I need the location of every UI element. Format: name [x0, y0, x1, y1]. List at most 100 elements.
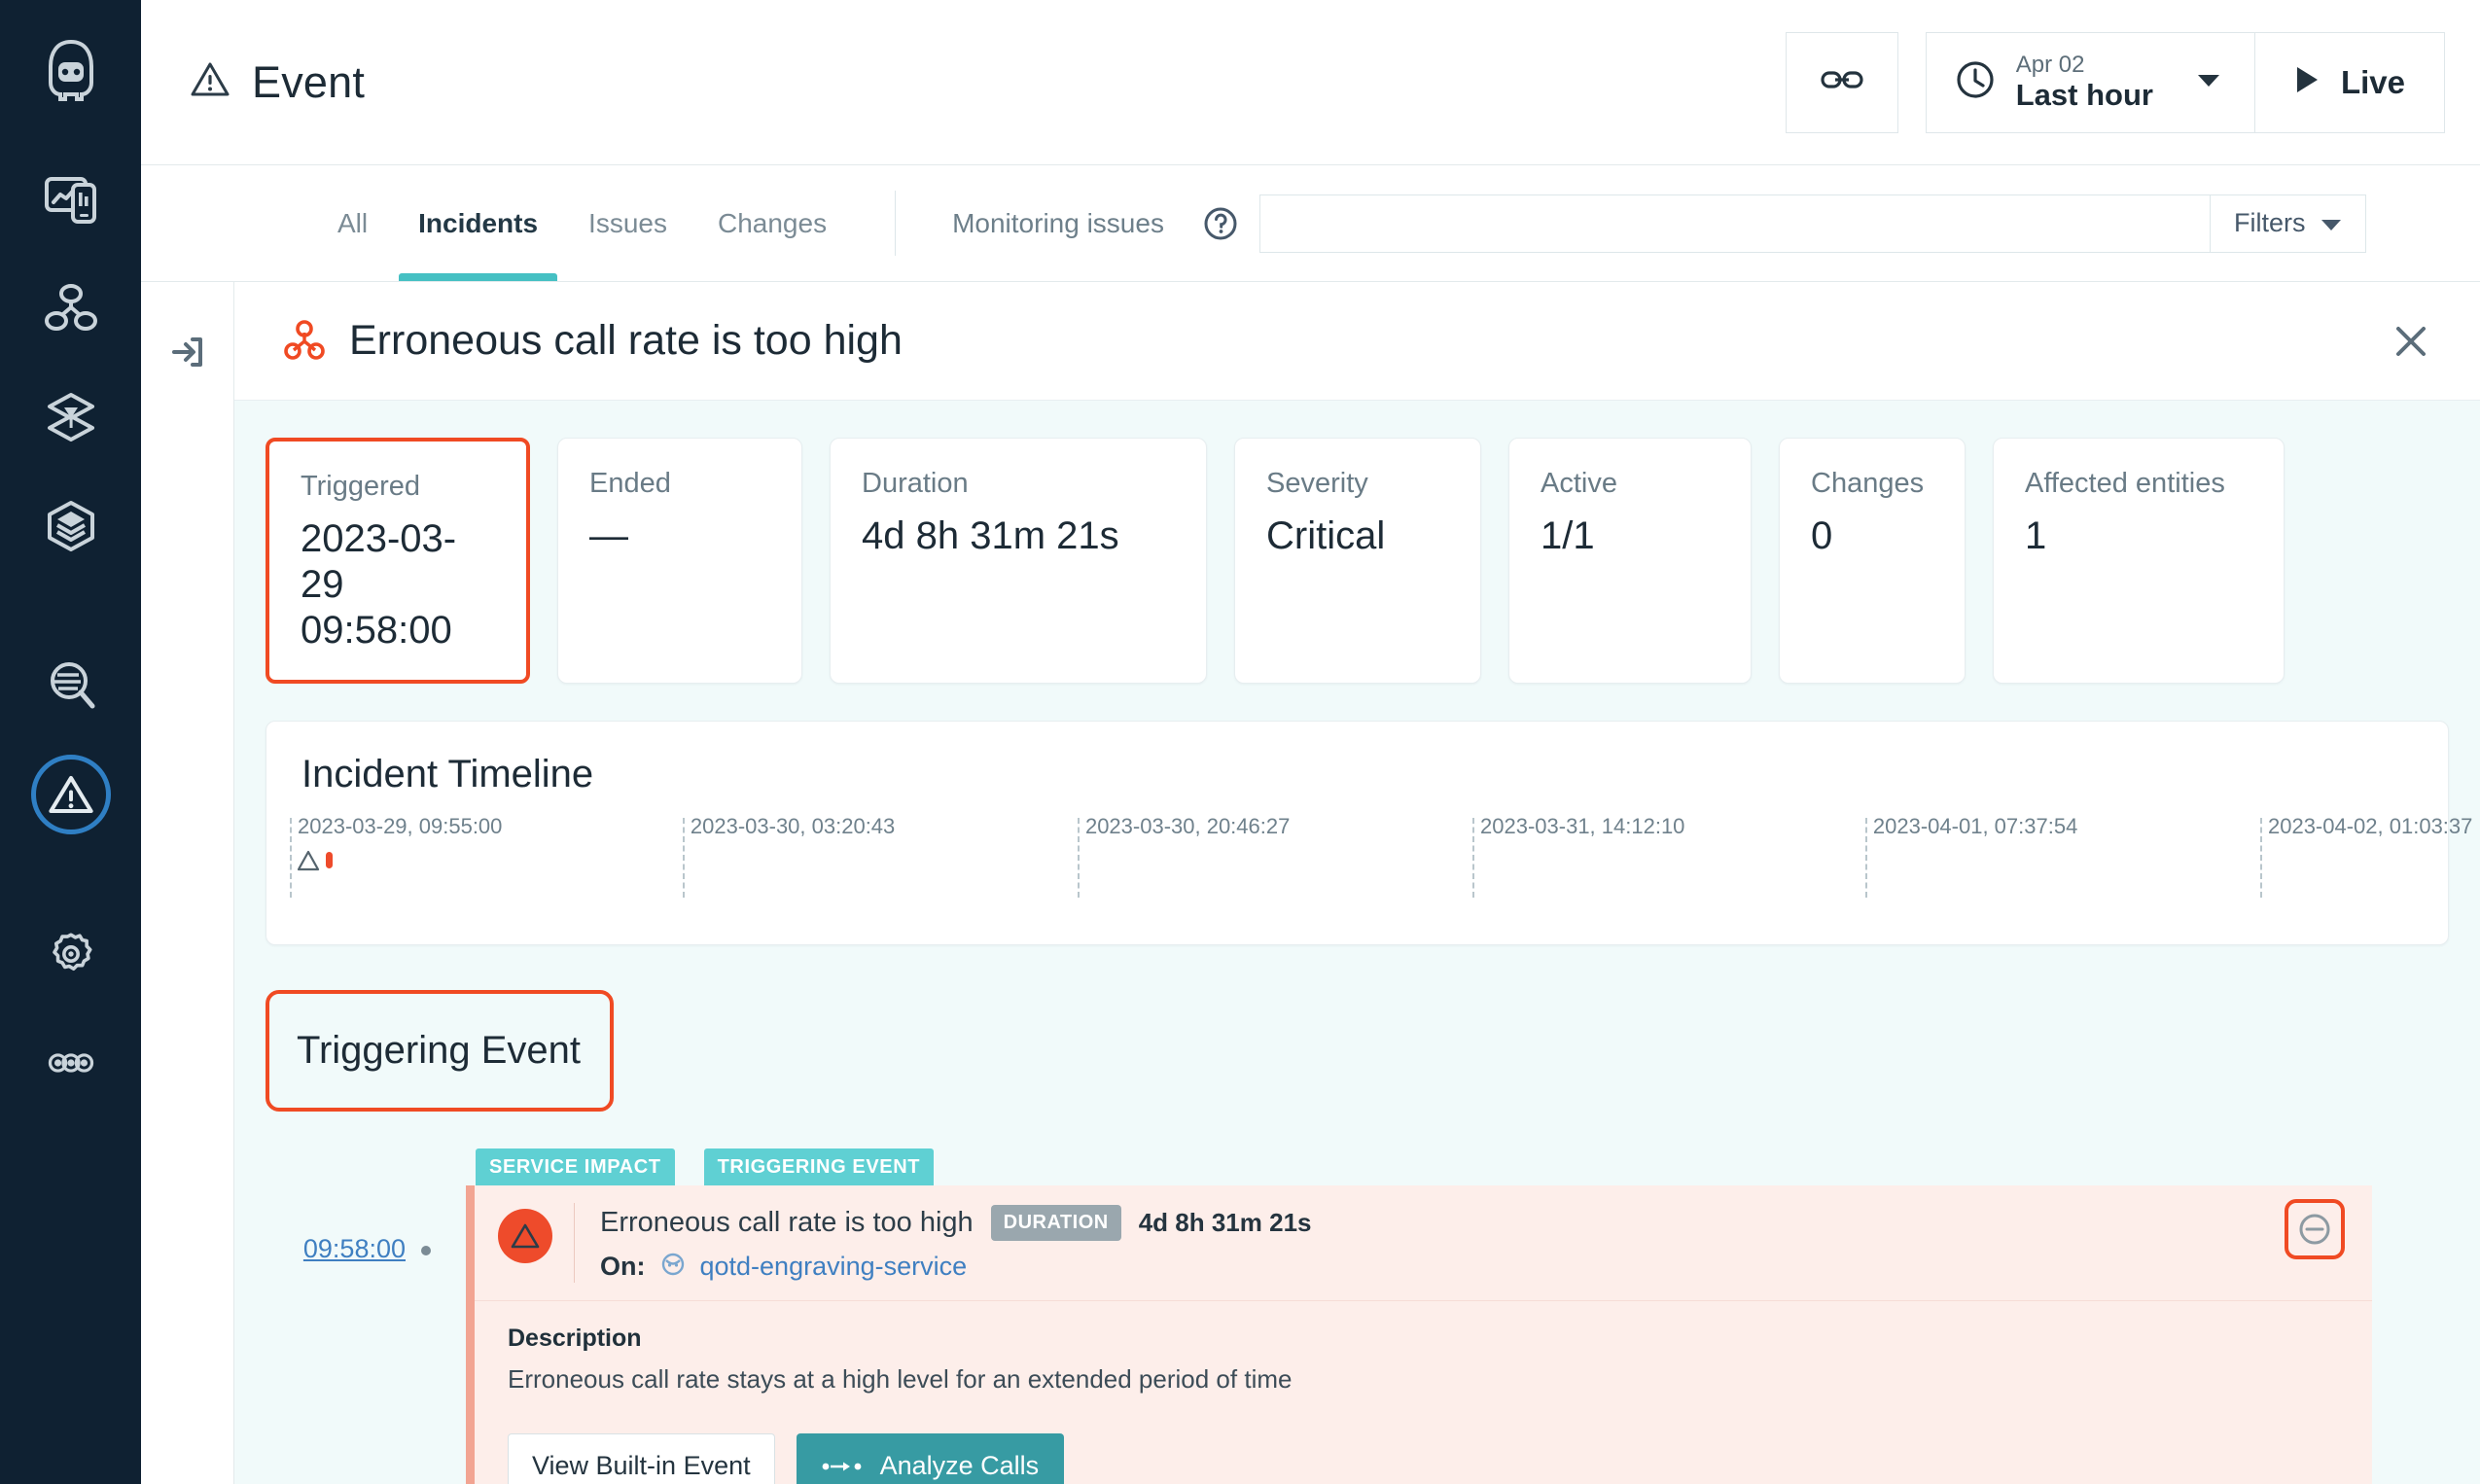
robot-logo[interactable]: [40, 39, 102, 101]
close-icon[interactable]: [2373, 311, 2449, 371]
event-divider: [574, 1202, 575, 1283]
tab-issues-label: Issues: [588, 207, 667, 238]
gear-icon: [52, 933, 92, 972]
stat-label: Ended: [589, 468, 671, 499]
stat-label: Duration: [862, 468, 969, 499]
sidebar-item-events[interactable]: [30, 755, 111, 834]
filters-button[interactable]: Filters: [2210, 194, 2367, 253]
time-range-picker[interactable]: Apr 02 Last hour: [1925, 31, 2255, 133]
triggering-event-row: 09:58:00 SERVICE IMPACT TRIGGERING EVENT: [266, 1148, 2449, 1484]
description-heading: Description: [508, 1324, 642, 1352]
app-root: Event Apr 02 Last hour Live All Incident…: [0, 0, 2480, 1484]
stat-card-row: Triggered 2023-03-29 09:58:00 Ended — Du…: [266, 438, 2449, 684]
sidebar-item-traces[interactable]: [31, 377, 111, 457]
incident-detail-panel: Erroneous call rate is too high Triggere…: [234, 282, 2480, 1484]
sidebar-item-dashboards[interactable]: [31, 159, 111, 239]
stat-value: 1: [2025, 514, 2047, 557]
stat-value: —: [589, 514, 628, 557]
tab-all-label: All: [337, 207, 369, 238]
triggering-event-heading: Triggering Event: [266, 989, 614, 1112]
sidebar-item-services[interactable]: [31, 268, 111, 348]
left-nav-rail: [0, 0, 141, 1484]
event-title-line: Erroneous call rate is too high DURATION…: [600, 1204, 1312, 1241]
clock-icon: [1954, 58, 1997, 106]
monitoring-issues-label: Monitoring issues: [952, 207, 1164, 238]
event-card-wrap: SERVICE IMPACT TRIGGERING EVENT Erroneou…: [466, 1148, 2449, 1484]
search-and-filters: Filters: [1258, 165, 2367, 281]
stat-card-ended: Ended —: [557, 438, 802, 684]
timeline-tick-label: 2023-04-02, 01:03:37: [2267, 813, 2473, 838]
alerts-warning-icon: [48, 775, 93, 814]
stat-value: Critical: [1266, 514, 1386, 557]
stat-label: Affected entities: [2025, 468, 2225, 499]
analyze-calls-button[interactable]: Analyze Calls: [796, 1432, 1065, 1484]
sidebar-item-settings[interactable]: [31, 914, 111, 994]
tab-incidents[interactable]: Incidents: [393, 165, 563, 281]
list-collapse-column: [141, 282, 234, 1484]
timeline-gridline: [1077, 817, 1080, 898]
service-entity-icon: [659, 1251, 687, 1283]
event-entity-line: On: qotd-engraving-service: [600, 1251, 1312, 1283]
timeline-gridline: [1864, 817, 1867, 898]
timeline-tick-label: 2023-03-30, 03:20:43: [690, 813, 896, 838]
timeline-dot: [421, 1245, 431, 1255]
body-split: Erroneous call rate is too high Triggere…: [141, 282, 2480, 1484]
stat-card-affected-entities: Affected entities 1: [1993, 438, 2285, 684]
timeline-tick-label: 2023-03-29, 09:55:00: [298, 813, 503, 838]
incident-timeline-title: Incident Timeline: [301, 752, 594, 795]
tab-issues[interactable]: Issues: [563, 165, 692, 281]
stat-label: Severity: [1266, 468, 1368, 499]
timeline-gridline: [682, 817, 685, 898]
service-cluster-icon: [281, 318, 328, 365]
more-dots-icon: [48, 1053, 93, 1073]
page-title: Event: [190, 57, 365, 108]
collapse-panel-icon[interactable]: [160, 325, 215, 379]
help-circle-icon[interactable]: [1201, 165, 1240, 281]
minus-circle-icon[interactable]: [2285, 1198, 2345, 1259]
entity-link[interactable]: qotd-engraving-service: [700, 1252, 968, 1282]
warning-triangle-icon: [190, 59, 230, 105]
event-card: Erroneous call rate is too high DURATION…: [466, 1184, 2372, 1484]
page-title-text: Event: [252, 56, 366, 107]
sidebar-item-logs[interactable]: [31, 646, 111, 725]
tab-changes[interactable]: Changes: [692, 165, 852, 281]
tab-changes-label: Changes: [717, 207, 828, 238]
services-icon: [44, 284, 97, 331]
stat-value: 1/1: [1541, 514, 1595, 557]
view-builtin-event-button[interactable]: View Built-in Event: [508, 1432, 775, 1484]
tab-all[interactable]: All: [312, 165, 393, 281]
warning-triangle-icon: [298, 850, 320, 870]
sidebar-item-more[interactable]: [31, 1023, 111, 1103]
top-bar: Event Apr 02 Last hour Live: [141, 0, 2480, 165]
incident-header: Erroneous call rate is too high: [234, 282, 2480, 401]
main-region: Event Apr 02 Last hour Live All Incident…: [141, 0, 2480, 1484]
stat-label: Changes: [1811, 468, 1925, 499]
event-badges: SERVICE IMPACT TRIGGERING EVENT: [476, 1148, 2449, 1185]
timeline-gridline: [2259, 817, 2262, 898]
triggered-date: 2023-03-29: [301, 517, 457, 607]
chevron-down-icon: [2196, 71, 2221, 93]
incident-timeline-card: Incident Timeline 2023-03-29, 09:55:00 20…: [266, 720, 2472, 945]
sidebar-item-stack[interactable]: [31, 486, 111, 566]
timeline-tick-label: 2023-04-01, 07:37:54: [1872, 813, 2078, 838]
badge-service-impact: SERVICE IMPACT: [476, 1148, 675, 1185]
monitoring-issues-link[interactable]: Monitoring issues: [939, 165, 1178, 281]
incident-timeline-axis[interactable]: 2023-03-29, 09:55:00 2023-03-30, 03:20:43…: [290, 813, 2472, 919]
calls-flow-icon: [822, 1451, 863, 1481]
live-button[interactable]: Live: [2254, 31, 2445, 133]
event-description-block: Description Erroneous call rate stays at…: [475, 1301, 2372, 1404]
on-label: On:: [600, 1251, 646, 1281]
analyze-calls-label: Analyze Calls: [879, 1450, 1040, 1480]
tab-bar: All Incidents Issues Changes Monitoring …: [141, 165, 2480, 282]
stat-value: 0: [1811, 514, 1833, 557]
critical-triangle-icon: [498, 1208, 552, 1263]
live-button-label: Live: [2340, 63, 2405, 100]
badge-triggering-event: TRIGGERING EVENT: [703, 1148, 935, 1185]
event-timestamp-column: 09:58:00: [266, 1148, 431, 1484]
incident-content: Triggered 2023-03-29 09:58:00 Ended — Du…: [234, 401, 2480, 1484]
event-timestamp-link[interactable]: 09:58:00: [303, 1234, 406, 1264]
timeline-event-marker[interactable]: [298, 849, 333, 872]
search-input[interactable]: [1258, 194, 2211, 253]
copy-link-button[interactable]: [1785, 31, 1898, 133]
time-range-value: Last hour: [2015, 77, 2153, 112]
